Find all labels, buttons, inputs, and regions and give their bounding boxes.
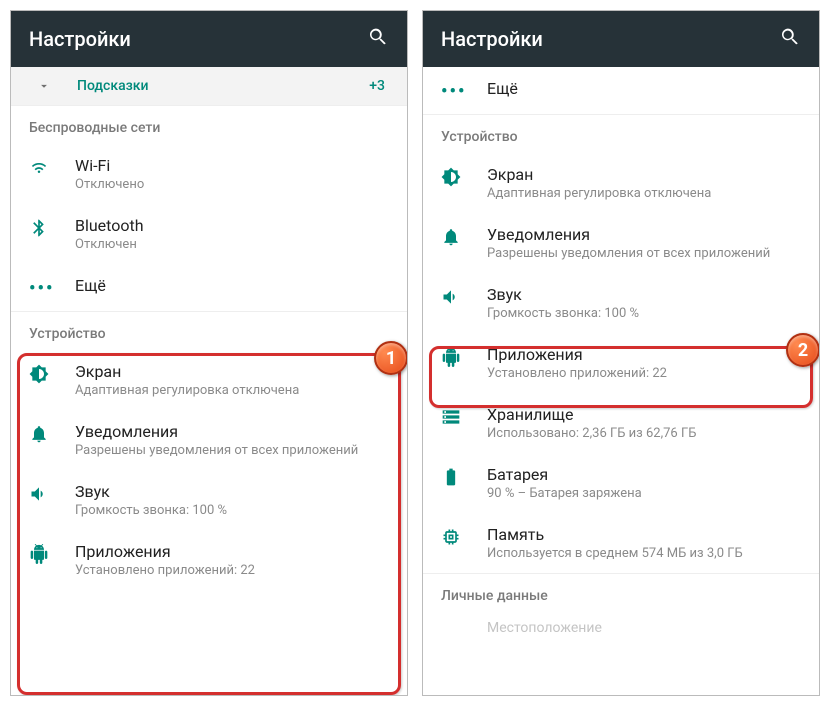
search-icon[interactable] xyxy=(367,26,389,52)
bluetooth-sub: Отключен xyxy=(75,237,389,252)
section-device: Устройство xyxy=(423,115,819,153)
storage-title: Хранилище xyxy=(487,405,801,424)
brightness-icon xyxy=(29,362,65,384)
battery-sub: 90 % – Батарея заряжена xyxy=(487,486,801,501)
badge-1: 1 xyxy=(374,341,407,375)
wifi-item[interactable]: Wi-Fi Отключено xyxy=(11,144,407,204)
memory-title: Память xyxy=(487,525,801,544)
notifications-sub: Разрешены уведомления от всех приложений xyxy=(75,443,389,458)
notifications-sub: Разрешены уведомления от всех приложений xyxy=(487,246,801,261)
page-title: Настройки xyxy=(29,27,131,51)
chevron-down-icon xyxy=(33,79,55,93)
bluetooth-item[interactable]: Bluetooth Отключен xyxy=(11,204,407,264)
apps-title: Приложения xyxy=(487,345,801,364)
location-cutoff: Местоположение xyxy=(423,612,819,636)
apps-sub: Установлено приложений: 22 xyxy=(487,366,801,381)
wifi-title: Wi-Fi xyxy=(75,156,389,175)
storage-item[interactable]: Хранилище Использовано: 2,36 ГБ из 62,76… xyxy=(423,393,819,453)
battery-title: Батарея xyxy=(487,465,801,484)
display-item[interactable]: Экран Адаптивная регулировка отключена xyxy=(423,153,819,213)
sound-item[interactable]: Звук Громкость звонка: 100 % xyxy=(11,470,407,530)
sound-title: Звук xyxy=(487,285,801,304)
battery-item[interactable]: Батарея 90 % – Батарея заряжена xyxy=(423,453,819,513)
brightness-icon xyxy=(441,165,477,187)
memory-sub: Используется в среднем 574 МБ из 3,0 ГБ xyxy=(487,546,801,561)
sound-sub: Громкость звонка: 100 % xyxy=(75,503,389,518)
more-item[interactable]: ••• Ещё xyxy=(423,67,819,114)
android-icon xyxy=(29,542,65,564)
section-wireless: Беспроводные сети xyxy=(11,106,407,144)
display-item[interactable]: Экран Адаптивная регулировка отключена xyxy=(11,350,407,410)
notifications-title: Уведомления xyxy=(487,225,801,244)
android-icon xyxy=(441,345,477,367)
app-bar: Настройки xyxy=(11,11,407,67)
hints-row[interactable]: Подсказки +3 xyxy=(11,67,407,106)
settings-panel-left: Настройки Подсказки +3 Беспроводные сети xyxy=(10,10,408,696)
hints-label: Подсказки xyxy=(77,78,369,94)
notifications-title: Уведомления xyxy=(75,422,389,441)
more-item[interactable]: ••• Ещё xyxy=(11,264,407,311)
more-title: Ещё xyxy=(75,276,389,295)
page-title: Настройки xyxy=(441,27,543,51)
display-title: Экран xyxy=(75,362,389,381)
memory-icon xyxy=(441,525,477,547)
more-icon: ••• xyxy=(441,79,477,102)
apps-sub: Установлено приложений: 22 xyxy=(75,563,389,578)
storage-sub: Использовано: 2,36 ГБ из 62,76 ГБ xyxy=(487,426,801,441)
volume-icon xyxy=(441,285,477,307)
apps-item[interactable]: Приложения Установлено приложений: 22 xyxy=(423,333,819,393)
settings-panel-right: Настройки ••• Ещё Устройство Экран xyxy=(422,10,820,696)
notifications-item[interactable]: Уведомления Разрешены уведомления от все… xyxy=(11,410,407,470)
hints-count: +3 xyxy=(369,78,385,94)
app-bar: Настройки xyxy=(423,11,819,67)
section-device: Устройство xyxy=(11,312,407,350)
wifi-icon xyxy=(29,156,65,178)
wifi-sub: Отключено xyxy=(75,177,389,192)
display-title: Экран xyxy=(487,165,801,184)
storage-icon xyxy=(441,405,477,427)
memory-item[interactable]: Память Используется в среднем 574 МБ из … xyxy=(423,513,819,573)
apps-item[interactable]: Приложения Установлено приложений: 22 xyxy=(11,530,407,590)
bell-icon xyxy=(29,422,65,444)
sound-sub: Громкость звонка: 100 % xyxy=(487,306,801,321)
apps-title: Приложения xyxy=(75,542,389,561)
badge-2: 2 xyxy=(786,333,819,367)
display-sub: Адаптивная регулировка отключена xyxy=(487,186,801,201)
sound-title: Звук xyxy=(75,482,389,501)
bluetooth-icon xyxy=(29,216,65,238)
sound-item[interactable]: Звук Громкость звонка: 100 % xyxy=(423,273,819,333)
more-title: Ещё xyxy=(487,79,801,98)
battery-icon xyxy=(441,465,477,487)
notifications-item[interactable]: Уведомления Разрешены уведомления от все… xyxy=(423,213,819,273)
more-icon: ••• xyxy=(29,276,65,299)
bluetooth-title: Bluetooth xyxy=(75,216,389,235)
display-sub: Адаптивная регулировка отключена xyxy=(75,383,389,398)
volume-icon xyxy=(29,482,65,504)
search-icon[interactable] xyxy=(779,26,801,52)
section-personal: Личные данные xyxy=(423,574,819,612)
bell-icon xyxy=(441,225,477,247)
